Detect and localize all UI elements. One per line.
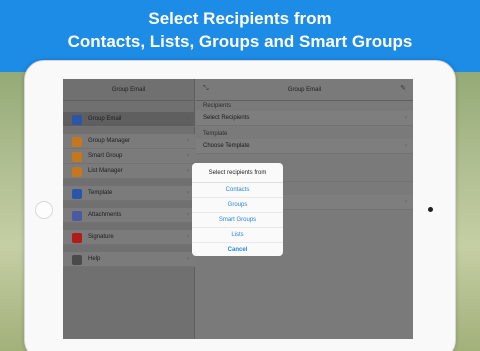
recipients-action-sheet: Select recipients from Contacts Groups S… <box>192 163 283 256</box>
compose-icon[interactable]: ✎ <box>400 85 406 93</box>
menu-item-label: Template <box>88 190 113 196</box>
chevron-right-icon: › <box>187 212 189 218</box>
banner-line-2: Contacts, Lists, Groups and Smart Groups <box>67 32 413 51</box>
chevron-right-icon: › <box>405 199 407 205</box>
paperclip-icon <box>72 211 82 221</box>
option-groups[interactable]: Groups <box>192 198 283 213</box>
menu-item-group-manager[interactable]: Group Manager › <box>63 134 195 149</box>
select-recipients-row[interactable]: Select Recipients › <box>196 111 413 126</box>
menu-item-group-email[interactable]: Group Email › <box>63 112 195 127</box>
choose-template-row[interactable]: Choose Template › <box>196 139 413 154</box>
chevron-right-icon: › <box>187 138 189 144</box>
list-icon <box>72 167 82 177</box>
bar-chart-icon <box>72 137 82 147</box>
chevron-right-icon: › <box>187 168 189 174</box>
menu-item-label: Help <box>88 256 101 262</box>
banner-line-1: Select Recipients from <box>148 9 332 28</box>
menu-item-label: Signature <box>88 234 114 240</box>
chevron-right-icon: › <box>405 115 407 121</box>
question-icon <box>72 255 82 265</box>
pen-icon <box>72 233 82 243</box>
menu-item-label: Attachments <box>88 212 122 218</box>
menu-item-list-manager[interactable]: List Manager › <box>63 164 195 179</box>
menu-item-label: Group Email <box>88 116 122 122</box>
menu-item-label: List Manager <box>88 168 123 174</box>
document-icon <box>72 189 82 199</box>
section-header-template: Template <box>203 131 228 137</box>
menu-item-template[interactable]: Template › <box>63 186 195 201</box>
home-button <box>35 201 53 219</box>
chevron-right-icon: › <box>187 256 189 262</box>
row-label: Choose Template <box>203 143 250 149</box>
option-lists[interactable]: Lists <box>192 228 283 243</box>
envelope-icon <box>72 115 82 125</box>
chevron-right-icon: › <box>187 190 189 196</box>
chevron-right-icon: › <box>405 143 407 149</box>
menu-item-help[interactable]: Help › <box>63 252 195 267</box>
action-sheet-title: Select recipients from <box>192 163 283 183</box>
row-label: Select Recipients <box>203 115 250 121</box>
menu-item-label: Smart Group <box>88 153 123 159</box>
section-header-recipients: Recipients <box>203 103 232 109</box>
chevron-right-icon: › <box>187 234 189 240</box>
magic-wand-icon <box>72 152 82 162</box>
menu-item-label: Group Manager <box>88 138 131 144</box>
menu-item-signature[interactable]: Signature › <box>63 230 195 245</box>
master-pane: Group Email Group Email › Group Manager … <box>63 79 195 339</box>
cancel-button[interactable]: Cancel <box>192 243 283 256</box>
option-smart-groups[interactable]: Smart Groups <box>192 213 283 228</box>
master-nav-title: Group Email <box>63 79 194 101</box>
master-menu: Group Email › Group Manager › Smart Grou… <box>63 112 195 267</box>
expand-icon[interactable]: ⤡ <box>203 85 209 93</box>
camera-dot <box>428 207 433 212</box>
menu-item-smart-group[interactable]: Smart Group › <box>63 149 195 164</box>
chevron-right-icon: › <box>187 116 189 122</box>
detail-nav-title: Group Email <box>196 79 413 101</box>
chevron-right-icon: › <box>187 153 189 159</box>
menu-item-attachments[interactable]: Attachments › <box>63 208 195 223</box>
option-contacts[interactable]: Contacts <box>192 183 283 198</box>
